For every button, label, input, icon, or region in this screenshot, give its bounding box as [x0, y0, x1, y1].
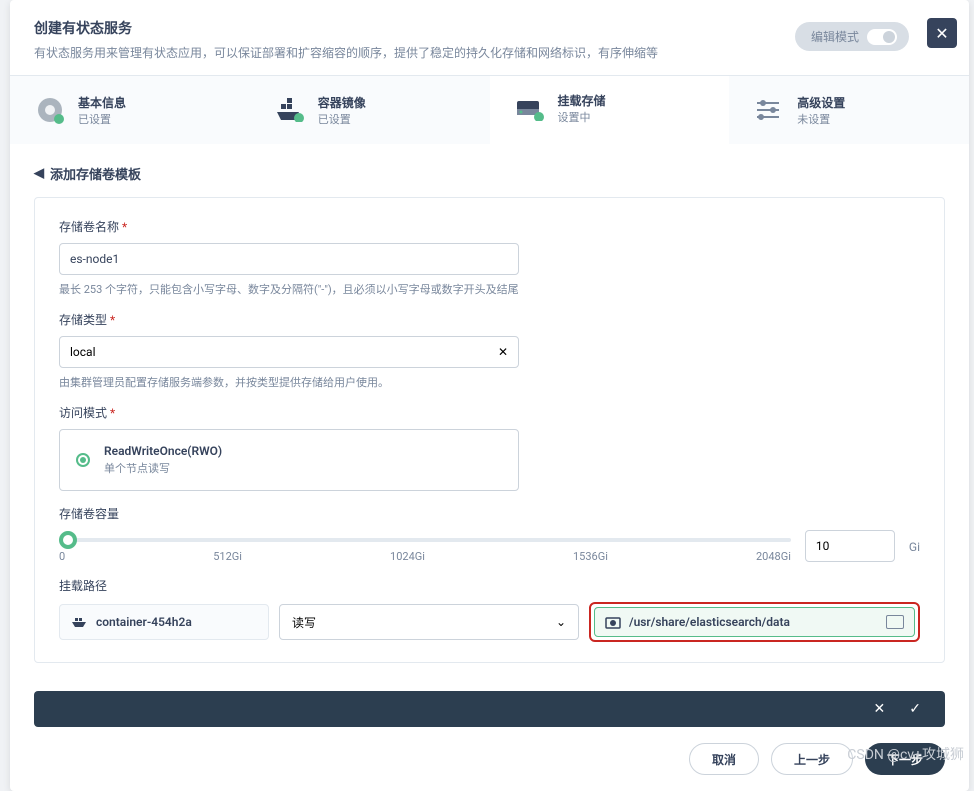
section-title: ◀ 添加存储卷模板	[34, 164, 945, 183]
option-desc: 单个节点读写	[104, 460, 222, 476]
radio-icon	[76, 453, 90, 467]
field-storage-type: 存储类型 local ✕ 由集群管理员配置存储服务端参数，并按类型提供存储给用户…	[59, 311, 920, 390]
field-capacity: 存储卷容量 0 512Gi 1024Gi 1536Gi 2048Gi	[59, 505, 920, 563]
step-status: 设置中	[558, 109, 606, 125]
container-name: container-454h2a	[96, 615, 192, 629]
field-volume-name: 存储卷名称 最长 253 个字符，只能包含小写字母、数字及分隔符("-")，且必…	[59, 218, 920, 297]
option-title: ReadWriteOnce(RWO)	[104, 444, 222, 458]
label: 挂载路径	[59, 577, 920, 594]
mount-path-highlight: /usr/share/elasticsearch/data	[589, 602, 920, 642]
rw-value: 读写	[292, 614, 316, 631]
watermark: CSDN @cv+攻城狮	[847, 744, 964, 764]
modal-footer: 取消 上一步 下一步	[10, 727, 969, 791]
confirm-inline-button[interactable]: ✓	[909, 701, 921, 717]
capacity-slider[interactable]	[59, 538, 791, 542]
select-value: local	[70, 345, 96, 359]
back-icon[interactable]: ◀	[34, 166, 44, 181]
target-icon	[605, 614, 621, 630]
step-status: 已设置	[78, 111, 126, 127]
container-name-box: container-454h2a	[59, 604, 269, 640]
step-container-image[interactable]: 容器镜像 已设置	[250, 76, 490, 144]
step-advanced[interactable]: 高级设置 未设置	[729, 76, 969, 144]
modal-header: 创建有状态服务 有状态服务用来管理有状态应用，可以保证部署和扩容缩容的顺序，提供…	[10, 0, 969, 75]
step-label: 基本信息	[78, 94, 126, 111]
capacity-unit: Gi	[909, 540, 920, 554]
switch-icon	[867, 29, 897, 45]
step-label: 高级设置	[797, 94, 845, 111]
sliders-icon	[753, 94, 785, 126]
edit-mode-toggle[interactable]: 编辑模式	[795, 22, 909, 51]
prev-button[interactable]: 上一步	[771, 743, 853, 775]
mount-path-input[interactable]: /usr/share/elasticsearch/data	[594, 607, 915, 637]
label: 存储卷名称	[59, 218, 920, 235]
step-status: 未设置	[797, 111, 845, 127]
form-card: 存储卷名称 最长 253 个字符，只能包含小写字母、数字及分隔符("-")，且必…	[34, 197, 945, 663]
edit-mode-label: 编辑模式	[811, 28, 859, 45]
storage-icon	[514, 93, 546, 125]
capacity-input[interactable]	[805, 530, 895, 562]
step-basic-info[interactable]: 基本信息 已设置	[10, 76, 250, 144]
docker-icon	[72, 616, 88, 628]
access-mode-option[interactable]: ReadWriteOnce(RWO) 单个节点读写	[59, 429, 519, 491]
step-label: 挂载存储	[558, 92, 606, 109]
cancel-inline-button[interactable]: ✕	[874, 701, 886, 717]
mount-path-value: /usr/share/elasticsearch/data	[629, 615, 790, 629]
confirm-bar: ✕ ✓	[34, 691, 945, 727]
cancel-button[interactable]: 取消	[689, 743, 759, 775]
step-nav: 基本信息 已设置 容器镜像 已设置 挂载存储 设置中	[10, 75, 969, 144]
label: 访问模式	[59, 404, 920, 421]
field-access-mode: 访问模式 ReadWriteOnce(RWO) 单个节点读写	[59, 404, 920, 491]
step-label: 容器镜像	[318, 94, 366, 111]
modal: 创建有状态服务 有状态服务用来管理有状态应用，可以保证部署和扩容缩容的顺序，提供…	[10, 0, 969, 791]
volume-name-input[interactable]	[59, 243, 519, 275]
rw-mode-select[interactable]: 读写 ⌄	[279, 604, 579, 640]
slider-ticks: 0 512Gi 1024Gi 1536Gi 2048Gi	[59, 550, 791, 563]
hint: 由集群管理员配置存储服务端参数，并按类型提供存储给用户使用。	[59, 374, 920, 390]
step-mount-storage[interactable]: 挂载存储 设置中	[490, 76, 730, 144]
close-button[interactable]: ✕	[927, 18, 957, 48]
storage-type-select[interactable]: local ✕	[59, 336, 519, 368]
field-mount-path: 挂载路径 container-454h2a 读写 ⌄	[59, 577, 920, 642]
ship-icon	[274, 94, 306, 126]
label: 存储类型	[59, 311, 920, 328]
label: 存储卷容量	[59, 505, 920, 522]
clear-icon[interactable]: ✕	[498, 345, 508, 359]
form-area: ◀ 添加存储卷模板 存储卷名称 最长 253 个字符，只能包含小写字母、数字及分…	[10, 144, 969, 683]
subpath-icon[interactable]	[886, 615, 904, 629]
step-status: 已设置	[318, 111, 366, 127]
gear-icon	[34, 94, 66, 126]
slider-thumb[interactable]	[59, 531, 77, 549]
hint: 最长 253 个字符，只能包含小写字母、数字及分隔符("-")，且必须以小写字母…	[59, 281, 920, 297]
chevron-down-icon: ⌄	[556, 615, 566, 629]
